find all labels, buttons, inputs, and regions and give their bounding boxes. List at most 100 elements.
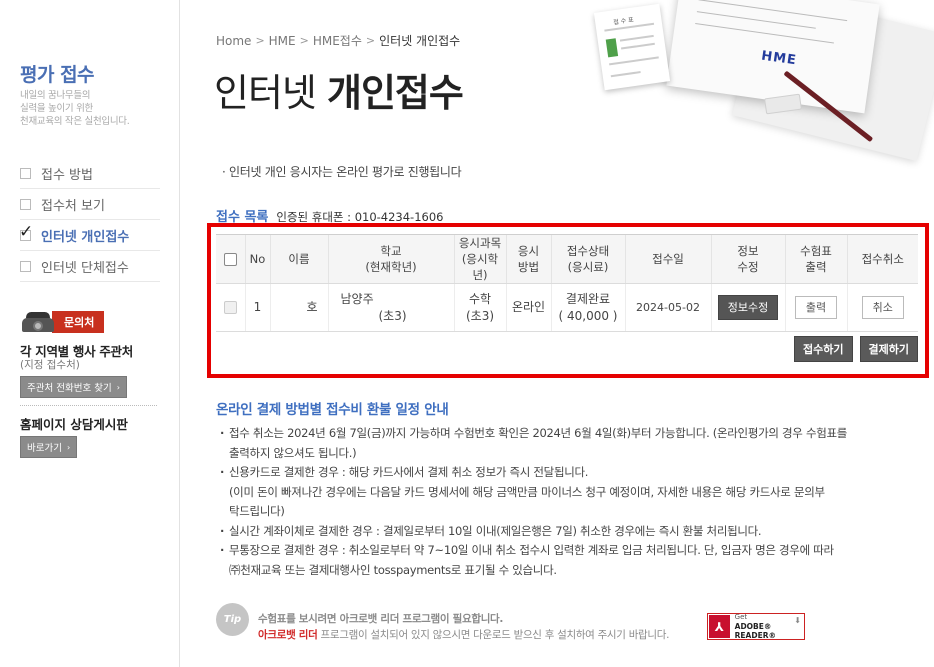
refund-line: 출력하지 않으셔도 됩니다.) [229, 445, 357, 460]
table-header-row: No 이름 학교 (현재학년) 응시과목 (응시학년) 응시 방법 접수상태 (응시료)… [216, 234, 918, 284]
sidebar-item-internet-individual[interactable]: 인터넷 개인접수 [19, 220, 160, 251]
header-sublabel: 방법 [517, 260, 540, 274]
fee-label: ( 40,000 ) [558, 308, 618, 323]
tip-area: Tip 수험표를 보시려면 아크로뱃 리더 프로그램이 필요합니다. 아크로뱃 … [216, 603, 916, 643]
chevron-right-icon: › [66, 442, 71, 452]
table-row: 1 호 남양주 (초3) 수학 (초3) 온라인 결제완료 ( 40,000 )… [216, 283, 918, 332]
refund-line: 접수 취소는 2024년 6월 7일(금)까지 가능하며 수험번호 확인은 20… [229, 426, 848, 440]
adobe-reader-download-button[interactable]: ⅄ Get ADOBE® READER® ⬇ [707, 613, 805, 640]
cancel-apply-button[interactable]: 취소 [861, 296, 904, 319]
apply-button[interactable]: 접수하기 [794, 336, 853, 362]
sidebar-desc-line: 내일의 꿈나무들의 [20, 90, 91, 101]
header-sublabel: (응시료) [567, 260, 609, 274]
breadcrumb-hme[interactable]: HME [269, 34, 296, 48]
sidebar-title: 평가 접수 [20, 64, 95, 86]
sidebar-item-label: 인터넷 단체접수 [41, 260, 129, 276]
column-header: No [244, 234, 270, 284]
header-sublabel: (응시학년) [461, 252, 499, 282]
telephone-icon [20, 311, 56, 333]
find-host-phone-button[interactable]: 주관처 전화번호 찾기 › [20, 376, 127, 398]
header-sublabel: 출력 [805, 260, 827, 274]
column-header: 접수일 [624, 234, 711, 284]
row-checkbox-cell [216, 283, 245, 332]
refund-info-list: 접수 취소는 2024년 6월 7일(금)까지 가능하며 수험번호 확인은 20… [220, 424, 915, 580]
column-header: 이름 [269, 234, 328, 284]
tip-line-2: 아크로뱃 리더 프로그램이 설치되어 있지 않으시면 다운로드 받으신 후 설치… [258, 627, 669, 642]
checkbox-icon [20, 260, 31, 272]
sidebar-item-apply-method[interactable]: 접수 방법 [20, 158, 160, 189]
refund-line: 무통장으로 결제한 경우 : 취소일로부터 약 7~10일 이내 취소 접수시 … [229, 543, 834, 557]
checkmark-icon [19, 222, 33, 242]
refund-line: 신용카드로 결제한 경우 : 해당 카드사에서 결제 취소 정보가 즉시 전달됩… [229, 465, 589, 479]
breadcrumb-current: 인터넷 개인접수 [379, 34, 461, 48]
row-edit-cell: 정보수정 [710, 283, 785, 332]
row-no: 1 [244, 283, 270, 332]
tip-line-1: 수험표를 보시려면 아크로뱃 리더 프로그램이 필요합니다. [258, 613, 504, 625]
sidebar-item-apply-locations[interactable]: 접수처 보기 [20, 189, 160, 220]
sidebar-item-label: 접수처 보기 [41, 198, 105, 214]
contact-header: 문의처 [20, 311, 105, 333]
column-header: 수험표 출력 [784, 234, 847, 284]
list-item: 실시간 계좌이체로 결제한 경우 : 결제일로부터 10일 이내(제일은행은 7… [220, 522, 915, 542]
row-subject: 수학 (초3) [453, 283, 506, 332]
header-label: 정보 [737, 244, 759, 258]
chevron-right-icon: > [365, 34, 376, 47]
subject-name: 수학 [468, 291, 492, 306]
notice-text: · 인터넷 개인 응시자는 온라인 평가로 진행됩니다 [222, 165, 462, 179]
edit-info-button[interactable]: 정보수정 [717, 295, 779, 320]
header-illustration: HME 접 수 표 [585, 0, 934, 162]
breadcrumb-hme-apply[interactable]: HME접수 [313, 32, 362, 49]
pay-button[interactable]: 결제하기 [859, 336, 918, 362]
checkbox-icon [20, 198, 31, 210]
refund-title: 온라인 결제 방법별 접수비 환불 일정 안내 [216, 402, 449, 418]
refund-line: 탁드립니다) [229, 504, 285, 518]
go-to-board-button[interactable]: 바로가기 › [20, 436, 78, 458]
sidebar-item-label: 접수 방법 [41, 167, 93, 183]
breadcrumb: Home > HME > HME접수 > 인터넷 개인접수 [216, 32, 460, 49]
header-sublabel: (현재학년) [365, 260, 417, 274]
sidebar-item-internet-group[interactable]: 인터넷 단체접수 [20, 251, 160, 282]
contact-badge: 문의처 [52, 311, 105, 333]
sidebar-item-label: 인터넷 개인접수 [41, 229, 130, 245]
list-item: 무통장으로 결제한 경우 : 취소일로부터 약 7~10일 이내 취소 접수시 … [220, 541, 915, 580]
row-name: 호 [269, 283, 328, 332]
refund-line: ㈜천재교육 또는 결제대행사인 tosspayments로 표기될 수 있습니다… [229, 562, 557, 577]
notice-label: 인터넷 개인 응시자는 온라인 평가로 진행됩니다 [229, 165, 462, 179]
tip-icon: Tip [216, 603, 249, 636]
select-all-header [216, 234, 245, 284]
sidebar: 평가 접수 내일의 꿈나무들의 실력을 높이기 위한 천재교육의 작은 실천입니… [0, 0, 180, 667]
row-cancel-cell: 취소 [846, 283, 918, 332]
hme-stamp: HME [760, 48, 798, 69]
row-print-cell: 출력 [784, 283, 847, 332]
acrobat-highlight: 아크로뱃 리더 [258, 629, 318, 641]
row-date: 2024-05-02 [624, 283, 711, 332]
print-ticket-button[interactable]: 출력 [794, 296, 838, 319]
sidebar-desc-line: 천재교육의 작은 실천입니다. [20, 116, 130, 127]
row-checkbox[interactable] [223, 301, 237, 314]
tip-line-2-rest: 프로그램이 설치되어 있지 않으시면 다운로드 받으신 후 설치하여 주시기 바… [317, 629, 670, 641]
header-label: 이름 [288, 252, 310, 266]
apply-table: No 이름 학교 (현재학년) 응시과목 (응시학년) 응시 방법 접수상태 (응시료)… [216, 234, 918, 332]
column-header: 응시 방법 [505, 234, 551, 284]
header-label: No [249, 252, 266, 266]
row-school: 남양주 (초3) [327, 283, 454, 332]
column-header: 접수상태 (응시료) [550, 234, 625, 284]
adobe-pdf-icon: ⅄ [709, 615, 730, 638]
row-status: 결제완료 ( 40,000 ) [550, 283, 625, 332]
button-label: 바로가기 [27, 443, 62, 454]
page-title: 인터넷 개인접수 [214, 62, 464, 117]
breadcrumb-home[interactable]: Home [216, 34, 251, 48]
chevron-right-icon: › [116, 382, 120, 392]
subject-grade: (초3) [465, 308, 495, 323]
page-title-light: 인터넷 [214, 71, 317, 115]
select-all-checkbox[interactable] [223, 253, 237, 266]
chevron-right-icon: > [299, 34, 309, 47]
list-item: 신용카드로 결제한 경우 : 해당 카드사에서 결제 취소 정보가 즉시 전달됩… [220, 463, 915, 522]
school-name: 남양주 [340, 291, 374, 306]
sidebar-desc-line: 실력을 높이기 위한 [20, 103, 93, 114]
header-label: 접수상태 [566, 244, 610, 258]
status-label: 결제완료 [565, 291, 611, 306]
refund-line: (이미 돈이 빠져나간 경우에는 다음달 카드 명세서에 해당 금액만큼 마이너… [229, 484, 825, 499]
download-icon: ⬇ [794, 616, 801, 625]
refund-line: 실시간 계좌이체로 결제한 경우 : 결제일로부터 10일 이내(제일은행은 7… [229, 523, 762, 538]
